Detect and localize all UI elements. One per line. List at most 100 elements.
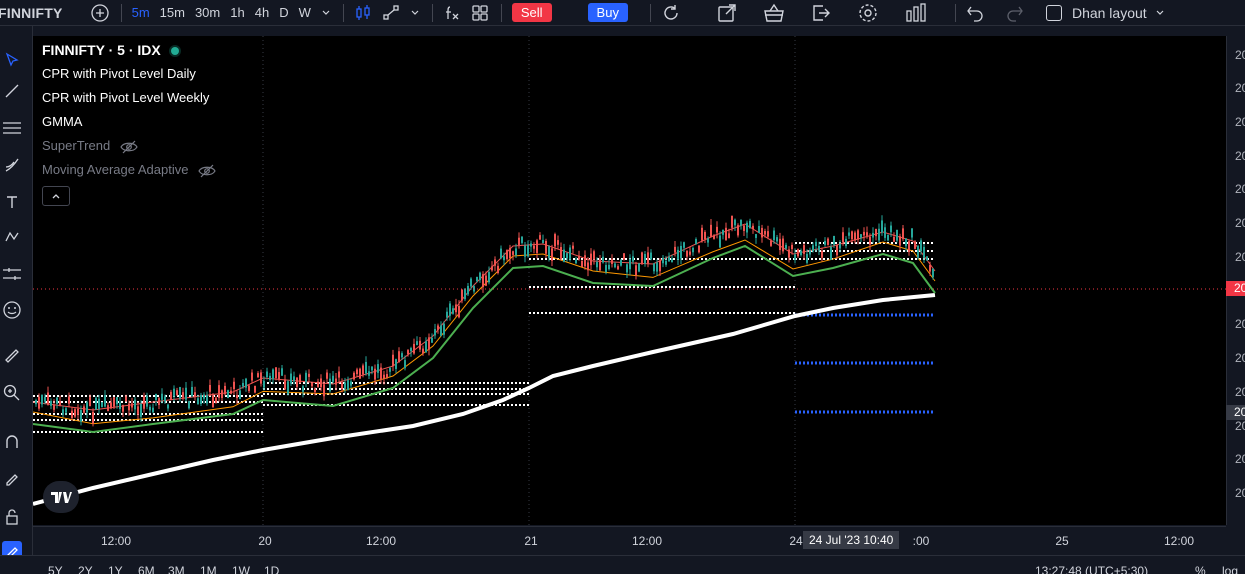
candle-body [299, 375, 301, 384]
legend-indicator[interactable]: Moving Average Adaptive [42, 162, 216, 186]
popout-icon[interactable] [717, 0, 737, 25]
candle-body [485, 275, 487, 286]
exit-icon[interactable] [811, 0, 831, 25]
tradingview-logo[interactable] [43, 481, 79, 513]
time-axis[interactable]: 12:00 20 12:00 21 12:00 24 :00 25 12:00 … [33, 526, 1226, 555]
candle-body [362, 365, 364, 375]
candles-icon[interactable] [354, 0, 372, 25]
undo-icon[interactable] [966, 0, 984, 25]
candle-body [176, 390, 178, 396]
candle-body [518, 237, 520, 245]
chevron-down-icon[interactable] [321, 0, 331, 25]
candle-body [56, 397, 58, 404]
chevron-down-icon[interactable] [1155, 0, 1165, 25]
candle-body [605, 265, 607, 273]
candle-body [659, 260, 661, 272]
candle-body [152, 407, 154, 413]
indicator-label: CPR with Pivot Level Weekly [42, 90, 210, 105]
magnet-icon[interactable] [2, 432, 22, 452]
candle-body [494, 259, 496, 266]
time-label: 20 [258, 534, 272, 548]
divider [342, 3, 344, 22]
candle-body [236, 395, 238, 399]
candle-body [551, 248, 553, 261]
interval-15m[interactable]: 15m [160, 0, 185, 25]
candle-body [812, 245, 814, 251]
legend-title-row[interactable]: FINNIFTY · 5 · IDX [42, 42, 216, 66]
interval-30m[interactable]: 30m [195, 0, 220, 25]
legend-indicator[interactable]: SuperTrend [42, 138, 216, 162]
candle-body [215, 397, 217, 404]
grid-lines [262, 36, 796, 525]
candle-body [545, 240, 547, 254]
candle-body [866, 232, 868, 236]
gear-icon[interactable] [857, 0, 879, 25]
candle-body [311, 382, 313, 387]
zoom-icon[interactable] [2, 383, 22, 403]
candle-body [224, 385, 226, 395]
pattern-icon[interactable] [2, 227, 22, 247]
legend-indicator[interactable]: CPR with Pivot Level Weekly [42, 90, 216, 114]
candle-body [251, 372, 253, 381]
chevron-down-icon[interactable] [410, 0, 420, 25]
pitchfork-icon[interactable] [2, 155, 22, 175]
bottom-toolbar: 5Y 2Y 1Y 6M 3M 1M 1W 1D 13:27:48 (UTC+5:… [0, 555, 1245, 574]
candle-body [170, 391, 172, 400]
candle-body [92, 411, 94, 424]
candle-body [560, 247, 562, 259]
candle-body [914, 241, 916, 249]
add-symbol-icon[interactable] [90, 0, 109, 25]
pencil-lock-icon[interactable] [2, 469, 22, 489]
candle-body [143, 396, 145, 409]
candle-body [182, 392, 184, 398]
trendline-icon[interactable] [2, 81, 22, 101]
price-label: 20 [1235, 149, 1245, 163]
candle-body [752, 225, 754, 230]
multi-chart-icon[interactable] [905, 0, 927, 25]
lock-icon[interactable] [2, 507, 22, 527]
candle-body [74, 409, 76, 417]
candle-body [725, 227, 727, 241]
interval-w[interactable]: W [299, 0, 311, 25]
symbol-search[interactable]: FINNIFTY [0, 5, 63, 21]
candle-body [899, 236, 901, 246]
emoji-icon[interactable] [2, 300, 22, 320]
candle-body [764, 231, 766, 235]
templates-icon[interactable] [471, 0, 489, 25]
ruler-icon[interactable] [2, 346, 22, 366]
interval-5m[interactable]: 5m [132, 0, 150, 25]
legend-indicator[interactable]: CPR with Pivot Level Daily [42, 66, 216, 90]
interval-1h[interactable]: 1h [230, 0, 244, 25]
legend-indicator[interactable]: GMMA [42, 114, 216, 138]
candle-body [437, 325, 439, 330]
sell-button[interactable]: Sell [511, 3, 552, 22]
candle-body [278, 372, 280, 380]
indicators-icon[interactable] [443, 0, 461, 25]
collapse-legend-button[interactable] [42, 186, 70, 206]
candle-body [41, 394, 43, 405]
cursor-icon[interactable] [2, 50, 22, 70]
text-icon[interactable] [2, 192, 22, 212]
interval-4h[interactable]: 4h [255, 0, 269, 25]
candle-body [788, 249, 790, 258]
prediction-icon[interactable] [2, 264, 22, 284]
price-label: 20 [1235, 351, 1245, 365]
basket-icon[interactable] [763, 0, 785, 25]
buy-button[interactable]: Buy [587, 3, 628, 22]
candle-body [149, 406, 151, 411]
layout-name[interactable]: Dhan layout [1072, 5, 1147, 21]
compare-icon[interactable] [382, 0, 400, 25]
candle-body [647, 252, 649, 264]
candle-body [458, 305, 460, 318]
redo-icon[interactable] [1006, 0, 1024, 25]
layout-checkbox[interactable] [1045, 4, 1062, 21]
horizontal-lines-icon[interactable] [2, 118, 22, 138]
divider [954, 3, 956, 22]
candle-body [731, 215, 733, 228]
eye-off-icon[interactable] [198, 164, 216, 178]
candle-body [728, 233, 730, 239]
refresh-icon[interactable] [661, 0, 681, 25]
crosshair-time-badge: 24 Jul '23 10:40 [803, 531, 900, 549]
interval-d[interactable]: D [279, 0, 288, 25]
eye-off-icon[interactable] [120, 140, 138, 154]
